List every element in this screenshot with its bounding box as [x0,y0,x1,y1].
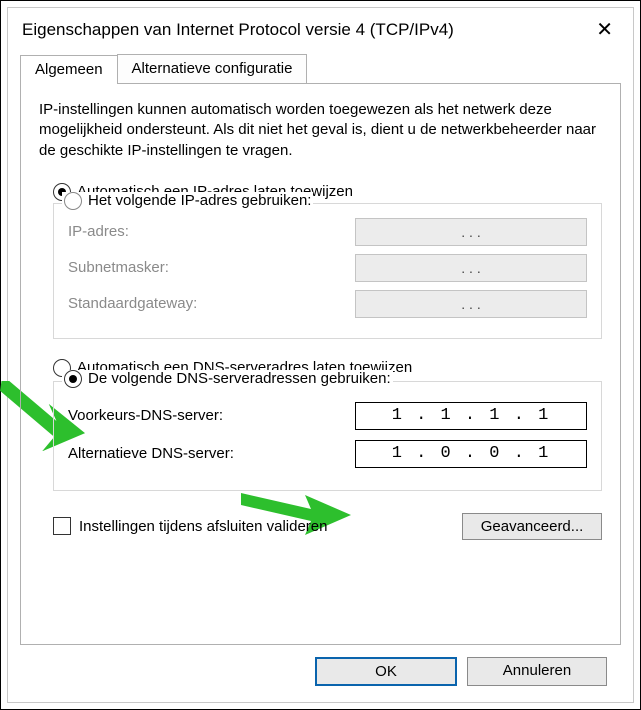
group-ip-manual: Het volgende IP-adres gebruiken: IP-adre… [53,203,602,339]
input-subnet-mask: . . . [355,254,587,282]
group-dns-manual: De volgende DNS-serveradressen gebruiken… [53,381,602,491]
tab-alternate-config[interactable]: Alternatieve configuratie [117,54,308,83]
label-subnet-mask: Subnetmasker: [68,259,169,276]
input-gateway: . . . [355,290,587,318]
checkbox-validate-label: Instellingen tijdens afsluiten valideren [79,518,328,535]
tab-general[interactable]: Algemeen [20,55,118,84]
label-alternate-dns: Alternatieve DNS-server: [68,445,234,462]
intro-text: IP-instellingen kunnen automatisch worde… [39,100,602,161]
titlebar: Eigenschappen van Internet Protocol vers… [8,8,633,48]
tab-pane-general: IP-instellingen kunnen automatisch worde… [20,83,621,645]
close-icon[interactable]: ✕ [590,16,619,44]
checkbox-validate-on-exit[interactable]: Instellingen tijdens afsluiten valideren [53,517,328,535]
dialog-title: Eigenschappen van Internet Protocol vers… [22,20,454,40]
radio-ip-manual[interactable] [64,192,82,210]
label-preferred-dns: Voorkeurs-DNS-server: [68,407,223,424]
radio-dns-manual[interactable] [64,370,82,388]
radio-ip-manual-label: Het volgende IP-adres gebruiken: [88,192,311,209]
label-ip-address: IP-adres: [68,223,129,240]
ok-button[interactable]: OK [315,657,457,686]
dialog-footer: OK Annuleren [20,645,621,698]
input-preferred-dns[interactable]: 1 . 1 . 1 . 1 [355,402,587,430]
checkbox-icon [53,517,71,535]
radio-dns-manual-label: De volgende DNS-serveradressen gebruiken… [88,370,391,387]
input-ip-address: . . . [355,218,587,246]
dialog-window: Eigenschappen van Internet Protocol vers… [7,7,634,703]
label-gateway: Standaardgateway: [68,295,197,312]
input-alternate-dns[interactable]: 1 . 0 . 0 . 1 [355,440,587,468]
cancel-button[interactable]: Annuleren [467,657,607,686]
advanced-button[interactable]: Geavanceerd... [462,513,602,540]
tab-strip: Algemeen Alternatieve configuratie [20,54,621,83]
